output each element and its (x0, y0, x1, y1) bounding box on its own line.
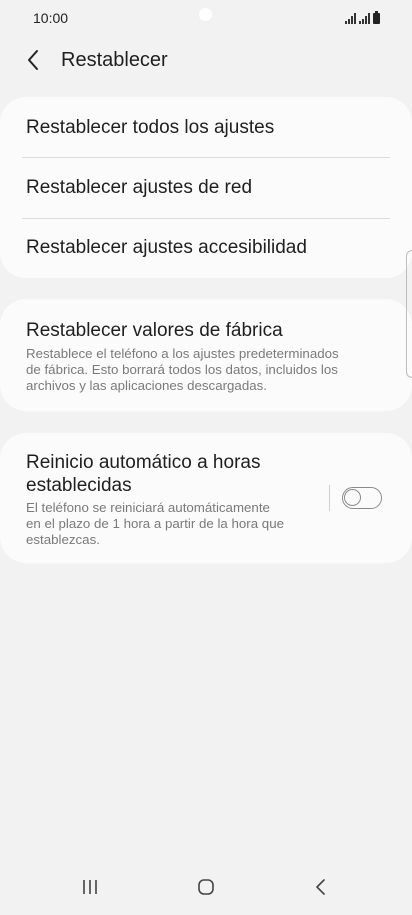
reset-network-settings-item[interactable]: Restablecer ajustes de red (0, 158, 412, 218)
reset-accessibility-settings-label: Restablecer ajustes accesibilidad (26, 237, 307, 258)
header: Restablecer (0, 40, 412, 80)
toggle-knob (344, 489, 361, 506)
factory-reset-title: Restablecer valores de fábrica (26, 320, 283, 341)
home-icon[interactable] (196, 878, 216, 896)
reset-all-settings-label: Restablecer todos los ajustes (26, 117, 275, 138)
reset-options-card: Restablecer todos los ajustes Restablece… (0, 97, 412, 278)
factory-reset-description-line: de fábrica. Esto borrará todos los datos… (26, 362, 338, 377)
factory-reset-description-line: Restablece el teléfono a los ajustes pre… (26, 346, 339, 361)
battery-icon (373, 11, 380, 24)
reset-network-settings-label: Restablecer ajustes de red (26, 177, 253, 198)
reset-all-settings-item[interactable]: Restablecer todos los ajustes (0, 97, 412, 157)
camera-cutout (199, 8, 212, 21)
auto-restart-toggle[interactable] (342, 487, 382, 509)
auto-restart-title-line: establecidas (26, 475, 132, 496)
signal-icon-2 (359, 13, 370, 24)
chevron-left-icon[interactable] (24, 48, 44, 72)
auto-restart-description-line: establezcas. (26, 532, 100, 547)
toggle-divider (329, 485, 330, 511)
status-icons (345, 10, 380, 24)
reset-accessibility-settings-item[interactable]: Restablecer ajustes accesibilidad (0, 219, 412, 279)
auto-restart-title-line: Reinicio automático a horas (26, 452, 261, 473)
factory-reset-description-line: archivos y las aplicaciones descargadas. (26, 378, 267, 393)
status-bar: 10:00 (0, 0, 412, 36)
status-time: 10:00 (33, 10, 69, 26)
auto-restart-description-line: en el plazo de 1 hora a partir de la hor… (26, 516, 284, 531)
recents-icon[interactable] (80, 878, 102, 896)
back-icon[interactable] (313, 878, 329, 896)
auto-restart-card[interactable]: Reinicio automático a horas establecidas… (0, 433, 412, 563)
auto-restart-description-line: El teléfono se reiniciará automáticament… (26, 500, 270, 515)
scroll-handle[interactable] (406, 250, 412, 378)
page-title: Restablecer (61, 49, 168, 71)
factory-reset-card[interactable]: Restablecer valores de fábrica Restablec… (0, 299, 412, 411)
signal-icon (345, 13, 356, 24)
navigation-bar (0, 860, 412, 915)
